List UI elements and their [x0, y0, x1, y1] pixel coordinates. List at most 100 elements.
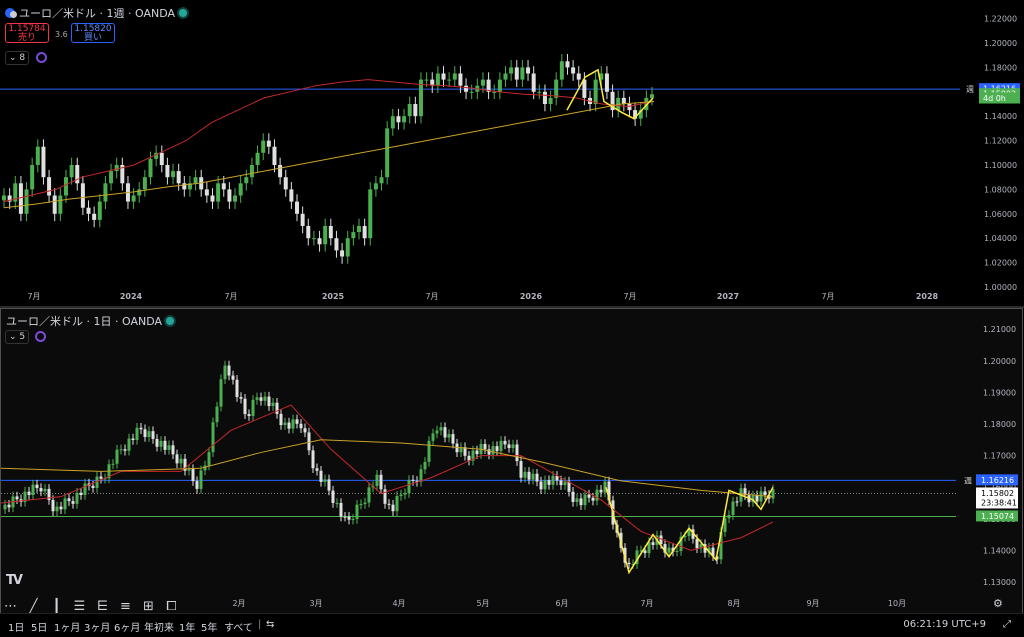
market-open-status-icon [179, 9, 187, 17]
daily-candle [51, 500, 55, 512]
daily-candle [539, 481, 543, 490]
daily-y-tick-label: 1.20000 [983, 357, 1016, 366]
weekly-candle [52, 195, 57, 214]
daily-candle [291, 419, 295, 429]
timeframe-1m[interactable]: 1ヶ月 [54, 619, 80, 634]
daily-candle [195, 481, 199, 489]
fullscreen-icon[interactable]: ⤢ [1003, 619, 1011, 630]
daily-candle [391, 504, 395, 512]
timeframe-5y[interactable]: 5年 [201, 619, 217, 634]
daily-candle [259, 397, 263, 401]
weekly-candle [542, 91, 547, 104]
timeframe-5d[interactable]: 5日 [31, 619, 47, 634]
daily-candle [223, 365, 227, 380]
fib-extension-icon[interactable]: ⋿ [94, 598, 111, 615]
daily-candle [215, 406, 219, 423]
weekly-candle [266, 140, 271, 147]
daily-price-axis [956, 309, 1022, 614]
y-tick-label: 1.22000 [984, 15, 1017, 24]
timeframe-ytd[interactable]: 年初来 [144, 619, 174, 634]
weekly-candle [24, 189, 29, 214]
weekly-candle [63, 177, 68, 196]
daily-indicator-toggle-button[interactable]: ⌄ 5 [5, 330, 30, 344]
indicator-logo-icon[interactable] [36, 52, 47, 63]
hline-tool-icon[interactable]: ⋯ [2, 598, 19, 615]
daily-indicator-logo-icon[interactable] [35, 331, 46, 342]
indicator-count: 8 [19, 53, 26, 63]
weekly-candle [278, 165, 283, 178]
weekly-chart-pane[interactable]: 1.220001.200001.180001.160001.140001.120… [0, 0, 1024, 306]
daily-candle [563, 481, 567, 486]
clock[interactable]: 06:21:19 UTC+9 [903, 619, 986, 630]
x-tick-label: 7月 [224, 292, 237, 301]
tradingview-logo[interactable]: TV [6, 573, 23, 588]
daily-candle [303, 428, 307, 433]
x-tick-label: 7月 [821, 292, 834, 301]
timeframe-1d[interactable]: 1日 [8, 619, 24, 634]
weekly-candle [373, 183, 378, 190]
weekly-candle [503, 73, 508, 80]
daily-candle [7, 504, 11, 508]
weekly-candle [283, 177, 288, 190]
trend-line-tool-icon[interactable]: ╱ [25, 598, 42, 615]
buy-label: 買い [83, 33, 102, 43]
y-tick-label: 1.20000 [984, 39, 1017, 48]
timeframe-all[interactable]: すべて [224, 619, 253, 634]
daily-candle [295, 419, 299, 424]
weekly-candle [233, 195, 238, 202]
daily-candle [343, 516, 347, 518]
timeframe-1y[interactable]: 1年 [179, 619, 195, 634]
daily-candle [207, 452, 211, 466]
daily-candle [727, 515, 731, 519]
weekly-candle [413, 104, 418, 117]
weekly-candle [356, 226, 361, 233]
goto-date-icon[interactable]: ⇆ [266, 619, 274, 630]
daily-chart-canvas[interactable]: 1.210001.200001.190001.180001.170001.160… [1, 309, 1022, 614]
y-tick-label: 1.10000 [984, 161, 1017, 170]
daily-indicator-count: 5 [19, 332, 26, 342]
daily-candle [243, 398, 247, 415]
weekly-candle [402, 116, 407, 123]
bottom-bar: 1日 5日 1ヶ月 3ヶ月 6ヶ月 年初来 1年 5年 すべて | ⇆ 06:2… [0, 613, 1024, 637]
weekly-candle [509, 67, 514, 74]
weekly-candle [520, 67, 525, 80]
weekly-candle [323, 226, 328, 245]
fib-retracement-icon[interactable]: ☰ [71, 598, 88, 615]
weekly-candle [565, 61, 570, 68]
daily-candle [435, 430, 439, 434]
timeframe-3m[interactable]: 3ヶ月 [84, 619, 110, 634]
daily-candle [423, 461, 427, 470]
daily-candle [239, 397, 243, 399]
timeframe-6m[interactable]: 6ヶ月 [114, 619, 140, 634]
buy-button[interactable]: 1.15820 買い [71, 23, 115, 43]
daily-candle [39, 488, 43, 492]
daily-chart-header: ユーロ／米ドル · 1日 · OANDA [6, 313, 174, 329]
daily-candle [99, 476, 103, 479]
weekly-chart-title: ユーロ／米ドル · 1週 · OANDA [19, 7, 175, 20]
daily-candle [591, 497, 595, 501]
gann-box-icon[interactable]: ⊞ [140, 598, 157, 615]
weekly-candle [47, 177, 52, 196]
weekly-candle [58, 195, 63, 214]
weekly-candle [80, 183, 85, 208]
daily-candle [27, 491, 31, 495]
daily-candle [447, 434, 451, 438]
daily-chart-pane[interactable]: 1.210001.200001.190001.180001.170001.160… [0, 308, 1023, 615]
daily-candle [735, 501, 739, 503]
daily-candle [135, 427, 139, 441]
weekly-candle [86, 207, 91, 214]
daily-candle [731, 501, 735, 516]
indicator-toggle-button[interactable]: ⌄ 8 [5, 51, 30, 65]
daily-candle [363, 502, 367, 505]
daily-candle [59, 506, 63, 510]
weekly-candle [480, 79, 485, 86]
settings-gear-icon[interactable]: ⚙ [993, 597, 1003, 610]
sell-button[interactable]: 1.15784 売り [5, 23, 49, 43]
rectangle-tool-icon[interactable]: ⧠ [163, 598, 180, 615]
parallel-channel-icon[interactable]: ≡ [117, 598, 134, 615]
weekly-candle [255, 152, 260, 165]
daily-candle [167, 445, 171, 450]
daily-candle [83, 483, 87, 495]
weekly-chart-canvas[interactable]: 1.220001.200001.180001.160001.140001.120… [0, 0, 1024, 306]
vline-tool-icon[interactable]: ┃ [48, 598, 65, 615]
